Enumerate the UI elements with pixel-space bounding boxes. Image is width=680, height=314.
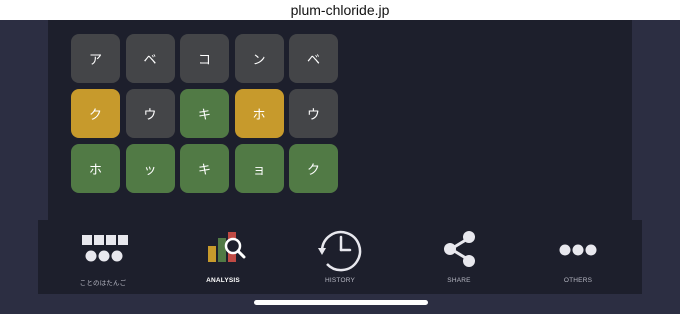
clock-icon bbox=[310, 228, 370, 276]
game-board: アベコンベクウキホウホッキョク bbox=[71, 34, 344, 199]
letter-tile: ア bbox=[71, 34, 120, 83]
nav-item-home[interactable]: ことのはたんご bbox=[48, 220, 158, 294]
letter-tile: ク bbox=[289, 144, 338, 193]
board-row: クウキホウ bbox=[71, 89, 344, 138]
squares-dots-icon bbox=[73, 228, 133, 276]
url-text: plum-chloride.jp bbox=[290, 2, 390, 18]
analysis-icon bbox=[193, 228, 253, 276]
letter-tile: キ bbox=[180, 144, 229, 193]
letter-tile: ベ bbox=[289, 34, 338, 83]
share-icon bbox=[429, 228, 489, 276]
nav-label: HISTORY bbox=[324, 277, 356, 284]
home-indicator[interactable] bbox=[254, 300, 428, 305]
nav-item-share[interactable]: SHARE bbox=[404, 220, 514, 294]
more-dots-icon bbox=[548, 228, 608, 276]
board-row: アベコンベ bbox=[71, 34, 344, 83]
board-row: ホッキョク bbox=[71, 144, 344, 193]
letter-tile: ッ bbox=[125, 144, 175, 193]
nav-label: OTHERS bbox=[563, 277, 593, 284]
url-bar[interactable]: plum-chloride.jp bbox=[0, 0, 680, 20]
nav-label: ことのはたんご bbox=[79, 280, 127, 287]
letter-tile: コ bbox=[180, 34, 229, 83]
letter-tile: ホ bbox=[234, 89, 284, 138]
letter-tile: ョ bbox=[234, 144, 284, 193]
letter-tile: キ bbox=[180, 89, 229, 138]
letter-tile: ン bbox=[234, 34, 284, 83]
nav-item-others[interactable]: OTHERS bbox=[523, 220, 633, 294]
nav-label: SHARE bbox=[447, 277, 471, 284]
letter-tile: ベ bbox=[125, 34, 175, 83]
letter-tile: ウ bbox=[125, 89, 175, 138]
bottom-nav: ことのはたんご ANALYSIS HISTORY SHARE OTHERS bbox=[38, 220, 642, 294]
nav-item-history[interactable]: HISTORY bbox=[285, 220, 395, 294]
nav-item-analysis[interactable]: ANALYSIS bbox=[168, 220, 278, 294]
letter-tile: ク bbox=[71, 89, 120, 138]
letter-tile: ホ bbox=[71, 144, 120, 193]
nav-label: ANALYSIS bbox=[206, 277, 240, 284]
letter-tile: ウ bbox=[289, 89, 338, 138]
